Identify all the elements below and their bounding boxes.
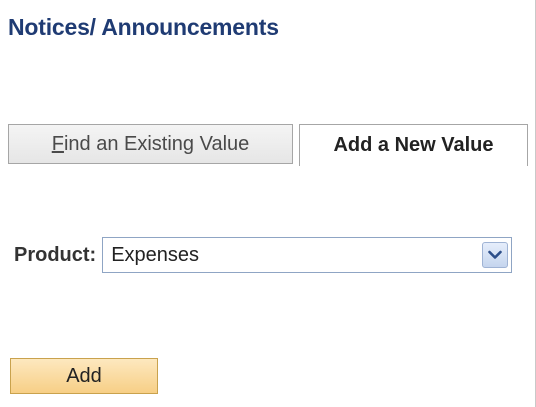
tab-find-access-key: F <box>51 132 64 155</box>
tab-find-label: ind an Existing Value <box>63 132 250 155</box>
chevron-down-glyph <box>488 250 503 259</box>
tab-bar: Find an Existing Value Add a New Value <box>8 124 536 166</box>
tab-add-label: Add a New Value <box>333 134 494 156</box>
tab-find-existing-value[interactable]: Find an Existing Value <box>8 124 293 164</box>
page-frame: Notices/ Announcements Find an Existing … <box>0 0 536 407</box>
product-field-row: Product: Expenses <box>14 236 513 274</box>
tab-add-new-value[interactable]: Add a New Value <box>299 124 528 166</box>
add-button[interactable]: Add <box>10 358 158 394</box>
chevron-down-icon[interactable] <box>482 242 509 268</box>
page-title: Notices/ Announcements <box>8 14 279 40</box>
product-label: Product: <box>14 243 97 266</box>
product-select-value: Expenses <box>111 243 200 266</box>
product-select[interactable]: Expenses <box>102 237 513 273</box>
